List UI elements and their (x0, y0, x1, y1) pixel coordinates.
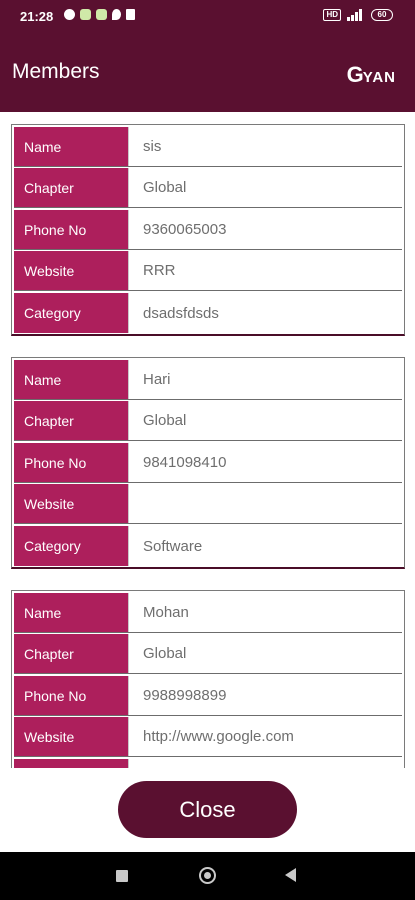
member-row-chapter: Chapter Global (14, 634, 402, 674)
member-row-phone: Phone No 9988998899 (14, 676, 402, 716)
field-value: dsadsfdsds (128, 293, 402, 333)
app-bar: Members G YAN (0, 32, 415, 112)
field-label: Name (14, 127, 128, 166)
member-row-website: Website http://www.google.com (14, 717, 402, 757)
field-label: Phone No (14, 443, 128, 482)
chat-icon (64, 9, 75, 20)
field-value: Mohan (128, 593, 402, 632)
trash-icon (126, 9, 135, 20)
field-value: Hari (128, 360, 402, 399)
field-value: RRR (128, 251, 402, 290)
field-label: Category (14, 293, 128, 333)
field-value (128, 484, 402, 523)
field-label: Chapter (14, 168, 128, 207)
brand-logo-g: G (346, 62, 364, 87)
member-row-name: Name Mohan (14, 593, 402, 633)
member-row-category: Category (14, 759, 402, 768)
field-value: Software (128, 526, 402, 566)
field-label: Category (14, 526, 128, 566)
battery-icon: 60 (371, 9, 393, 21)
back-icon[interactable] (285, 868, 296, 882)
system-icons: HD 60 (323, 9, 393, 21)
field-label: Phone No (14, 210, 128, 249)
field-label: Phone No (14, 676, 128, 715)
field-value: Global (128, 634, 402, 673)
field-label: Name (14, 360, 128, 399)
member-card: Name Mohan Chapter Global Phone No 99889… (11, 590, 405, 768)
field-label: Chapter (14, 634, 128, 673)
field-label: Name (14, 593, 128, 632)
field-value: 9360065003 (128, 210, 402, 249)
member-row-chapter: Chapter Global (14, 168, 402, 208)
member-row-category: Category Software (14, 526, 402, 566)
close-button[interactable]: Close (118, 781, 297, 838)
field-value: Global (128, 401, 402, 440)
member-row-name: Name Hari (14, 360, 402, 400)
field-label: Website (14, 484, 128, 523)
field-label: Website (14, 251, 128, 290)
recents-icon[interactable] (116, 870, 128, 882)
field-value (128, 759, 402, 768)
field-label: Website (14, 717, 128, 756)
member-row-website: Website (14, 484, 402, 524)
member-row-category: Category dsadsfdsds (14, 293, 402, 333)
field-value: http://www.google.com (128, 717, 402, 756)
hd-badge: HD (323, 9, 341, 21)
member-row-name: Name sis (14, 127, 402, 167)
notification-icons (64, 9, 135, 20)
app-icon (96, 9, 107, 20)
member-row-chapter: Chapter Global (14, 401, 402, 441)
location-icon (112, 9, 121, 20)
member-row-website: Website RRR (14, 251, 402, 291)
status-bar: 21:28 HD 60 (0, 0, 415, 32)
app-icon (80, 9, 91, 20)
field-value: Global (128, 168, 402, 207)
field-value: sis (128, 127, 402, 166)
field-label: Category (14, 759, 128, 768)
member-row-phone: Phone No 9841098410 (14, 443, 402, 483)
member-row-phone: Phone No 9360065003 (14, 210, 402, 250)
system-nav-bar (0, 852, 415, 900)
status-time: 21:28 (20, 9, 54, 24)
field-value: 9988998899 (128, 676, 402, 715)
brand-logo-text: YAN (362, 69, 396, 86)
member-list[interactable]: Name sis Chapter Global Phone No 9360065… (0, 112, 415, 768)
page-title: Members (12, 60, 100, 83)
signal-icon (347, 9, 365, 21)
member-card: Name Hari Chapter Global Phone No 984109… (11, 357, 405, 569)
member-card: Name sis Chapter Global Phone No 9360065… (11, 124, 405, 336)
home-icon[interactable] (199, 867, 216, 884)
field-label: Chapter (14, 401, 128, 440)
field-value: 9841098410 (128, 443, 402, 482)
brand-logo: G YAN (347, 62, 396, 88)
